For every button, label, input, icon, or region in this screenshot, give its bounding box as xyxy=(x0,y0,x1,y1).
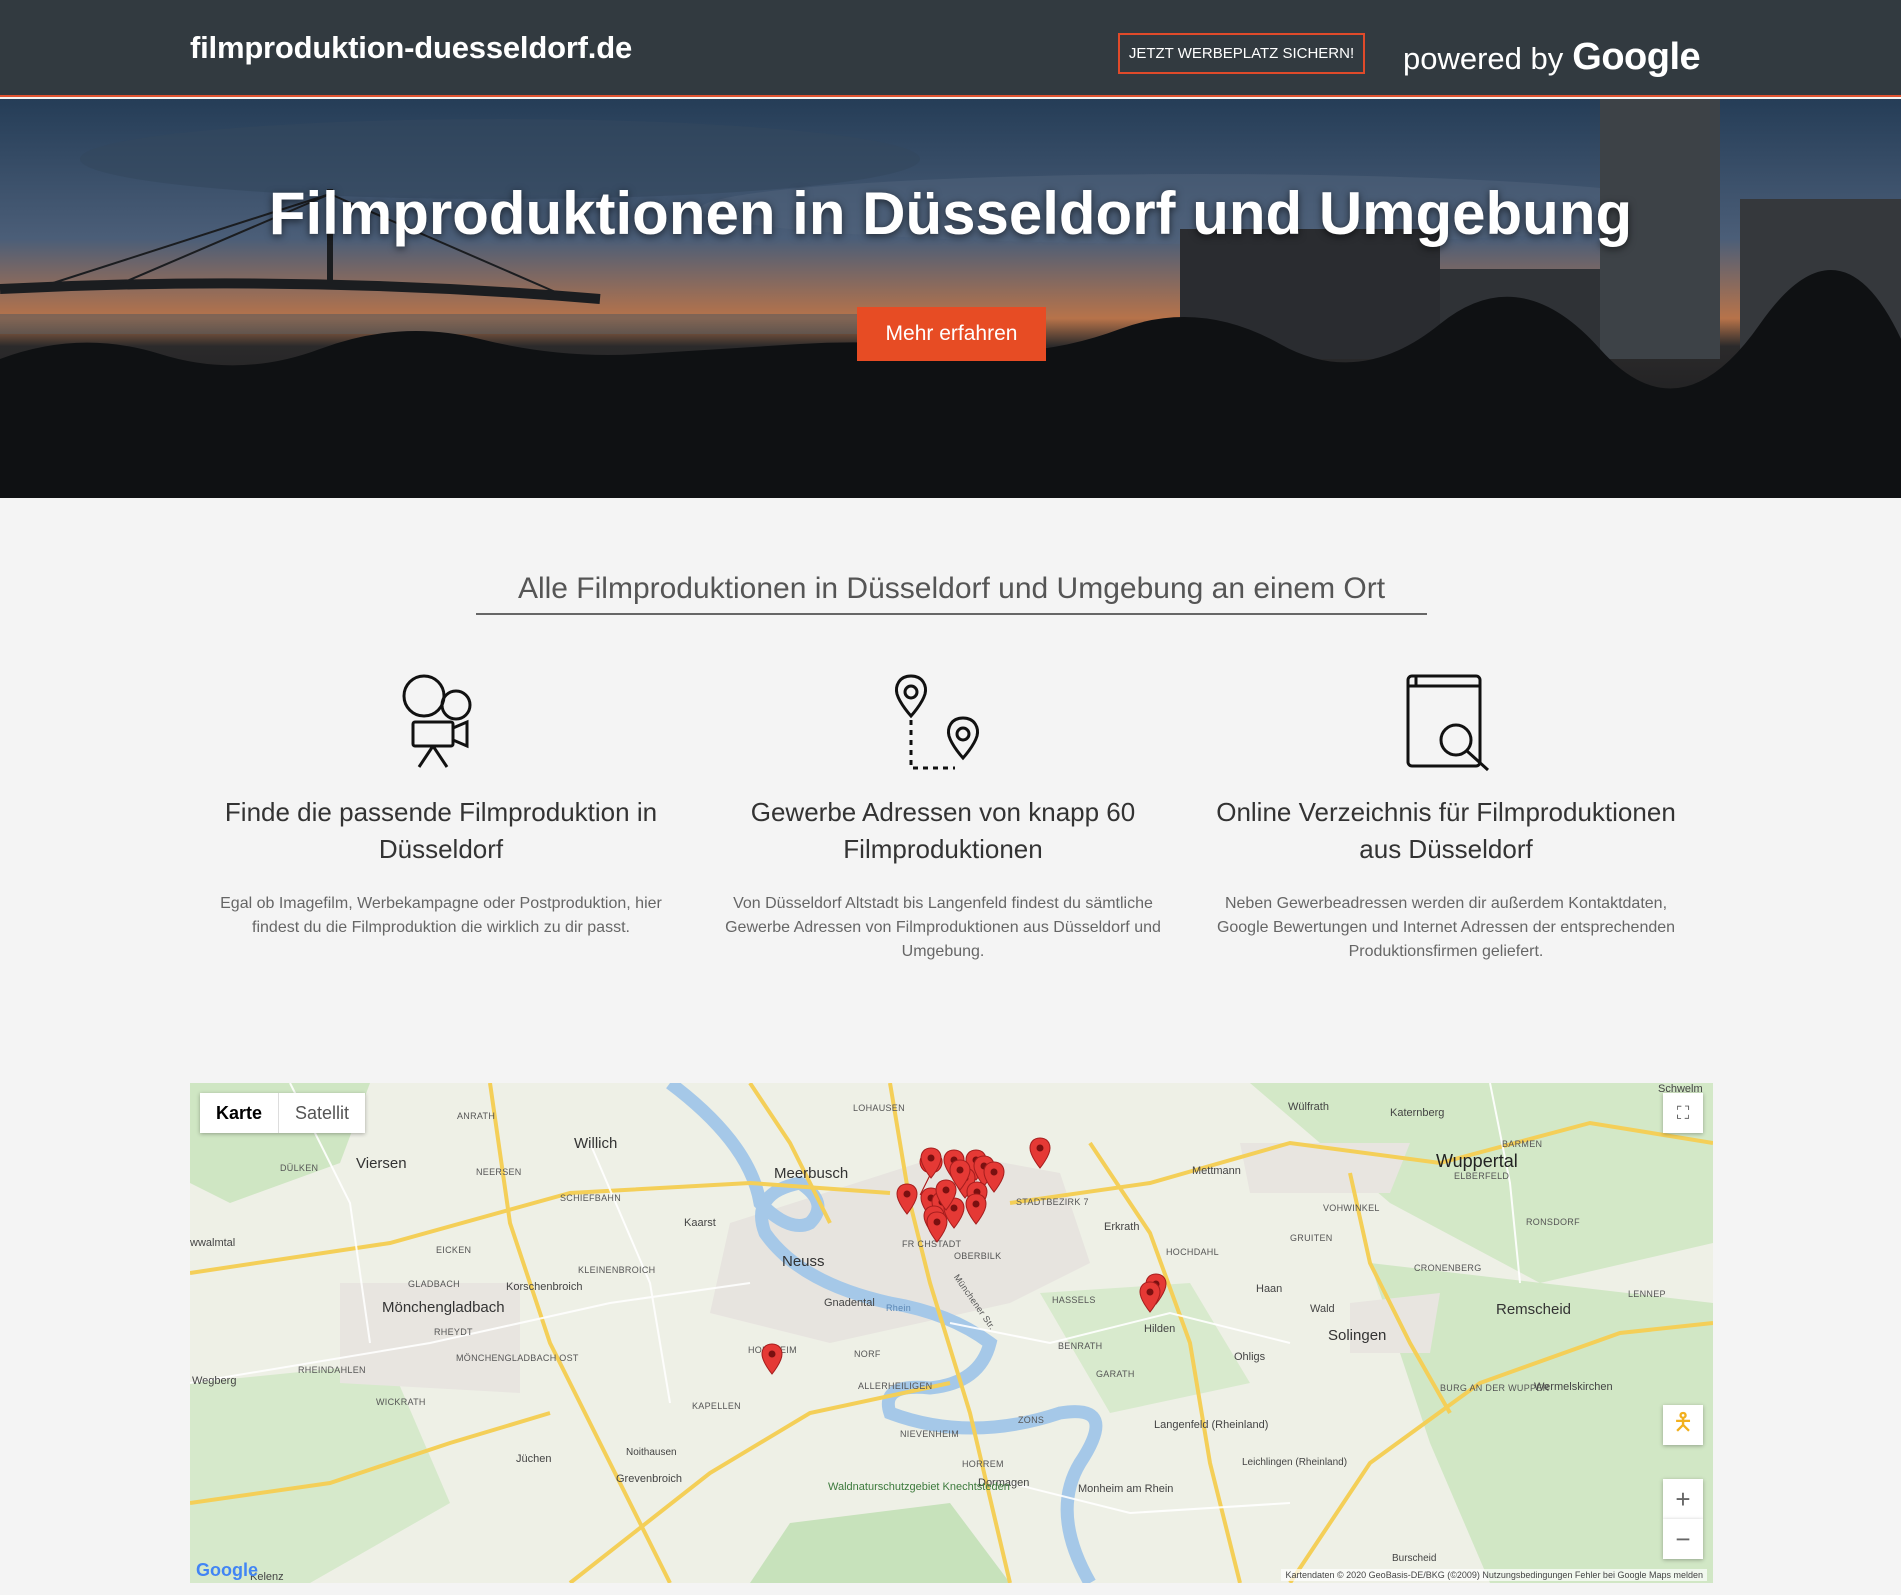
powered-by-text: powered by xyxy=(1403,41,1564,76)
hero-banner: Filmproduktionen in Düsseldorf und Umgeb… xyxy=(0,99,1901,498)
site-brand[interactable]: filmproduktion-duesseldorf.de xyxy=(190,30,632,66)
map-marker[interactable] xyxy=(896,1183,918,1215)
top-navbar: filmproduktion-duesseldorf.de JETZT WERB… xyxy=(0,0,1901,97)
map-attribution[interactable]: Kartendaten © 2020 GeoBasis-DE/BKG (©200… xyxy=(1281,1569,1707,1581)
ad-space-button[interactable]: JETZT WERBEPLATZ SICHERN! xyxy=(1118,33,1365,74)
map-type-karte[interactable]: Karte xyxy=(200,1093,280,1133)
map-marker[interactable] xyxy=(935,1179,957,1211)
pegman-icon[interactable]: 🯅 xyxy=(1663,1405,1703,1445)
map-type-satellit[interactable]: Satellit xyxy=(279,1093,365,1133)
film-camera-icon xyxy=(391,672,491,772)
feature-card: Finde die passende Filmproduktion in Düs… xyxy=(211,672,671,940)
google-wordmark: Google xyxy=(1572,36,1701,78)
feature-title: Online Verzeichnis für Filmproduktionen … xyxy=(1216,797,1676,864)
powered-by-google: powered by Google xyxy=(1403,36,1701,79)
feature-text: Neben Gewerbeadressen werden dir außerde… xyxy=(1216,895,1676,960)
feature-title: Gewerbe Adressen von knapp 60 Filmproduk… xyxy=(750,797,1136,864)
feature-card: Online Verzeichnis für Filmproduktionen … xyxy=(1216,672,1676,964)
google-maps-logo[interactable]: Google xyxy=(196,1560,258,1581)
feature-text: Egal ob Imagefilm, Werbekampagne oder Po… xyxy=(220,895,662,936)
section-heading: Alle Filmproduktionen in Düsseldorf und … xyxy=(517,572,1386,605)
feature-text: Von Düsseldorf Altstadt bis Langenfeld f… xyxy=(725,895,1161,960)
map-marker[interactable] xyxy=(761,1343,783,1375)
zoom-out-icon[interactable]: − xyxy=(1663,1519,1703,1559)
map-marker[interactable] xyxy=(1029,1137,1051,1169)
map-route-icon xyxy=(893,672,993,772)
map-marker[interactable] xyxy=(1139,1281,1161,1313)
map-marker[interactable] xyxy=(920,1147,942,1179)
feature-card: Gewerbe Adressen von knapp 60 Filmproduk… xyxy=(713,672,1173,964)
hero-background-photo xyxy=(0,99,1901,498)
map-marker[interactable] xyxy=(926,1211,948,1243)
hero-title: Filmproduktionen in Düsseldorf und Umgeb… xyxy=(268,180,1633,247)
learn-more-button[interactable]: Mehr erfahren xyxy=(857,307,1046,361)
feature-title: Finde die passende Filmproduktion in Düs… xyxy=(224,797,658,864)
directory-search-icon xyxy=(1396,672,1496,772)
map-marker[interactable] xyxy=(965,1193,987,1225)
map-type-control: Karte Satellit xyxy=(200,1093,366,1133)
fullscreen-icon[interactable]: ⛶ xyxy=(1663,1093,1703,1133)
google-map[interactable]: Willich Viersen DÜLKEN ANRATH NEERSEN SC… xyxy=(190,1083,1713,1583)
heading-underline xyxy=(476,613,1427,615)
zoom-in-icon[interactable]: + xyxy=(1663,1479,1703,1519)
